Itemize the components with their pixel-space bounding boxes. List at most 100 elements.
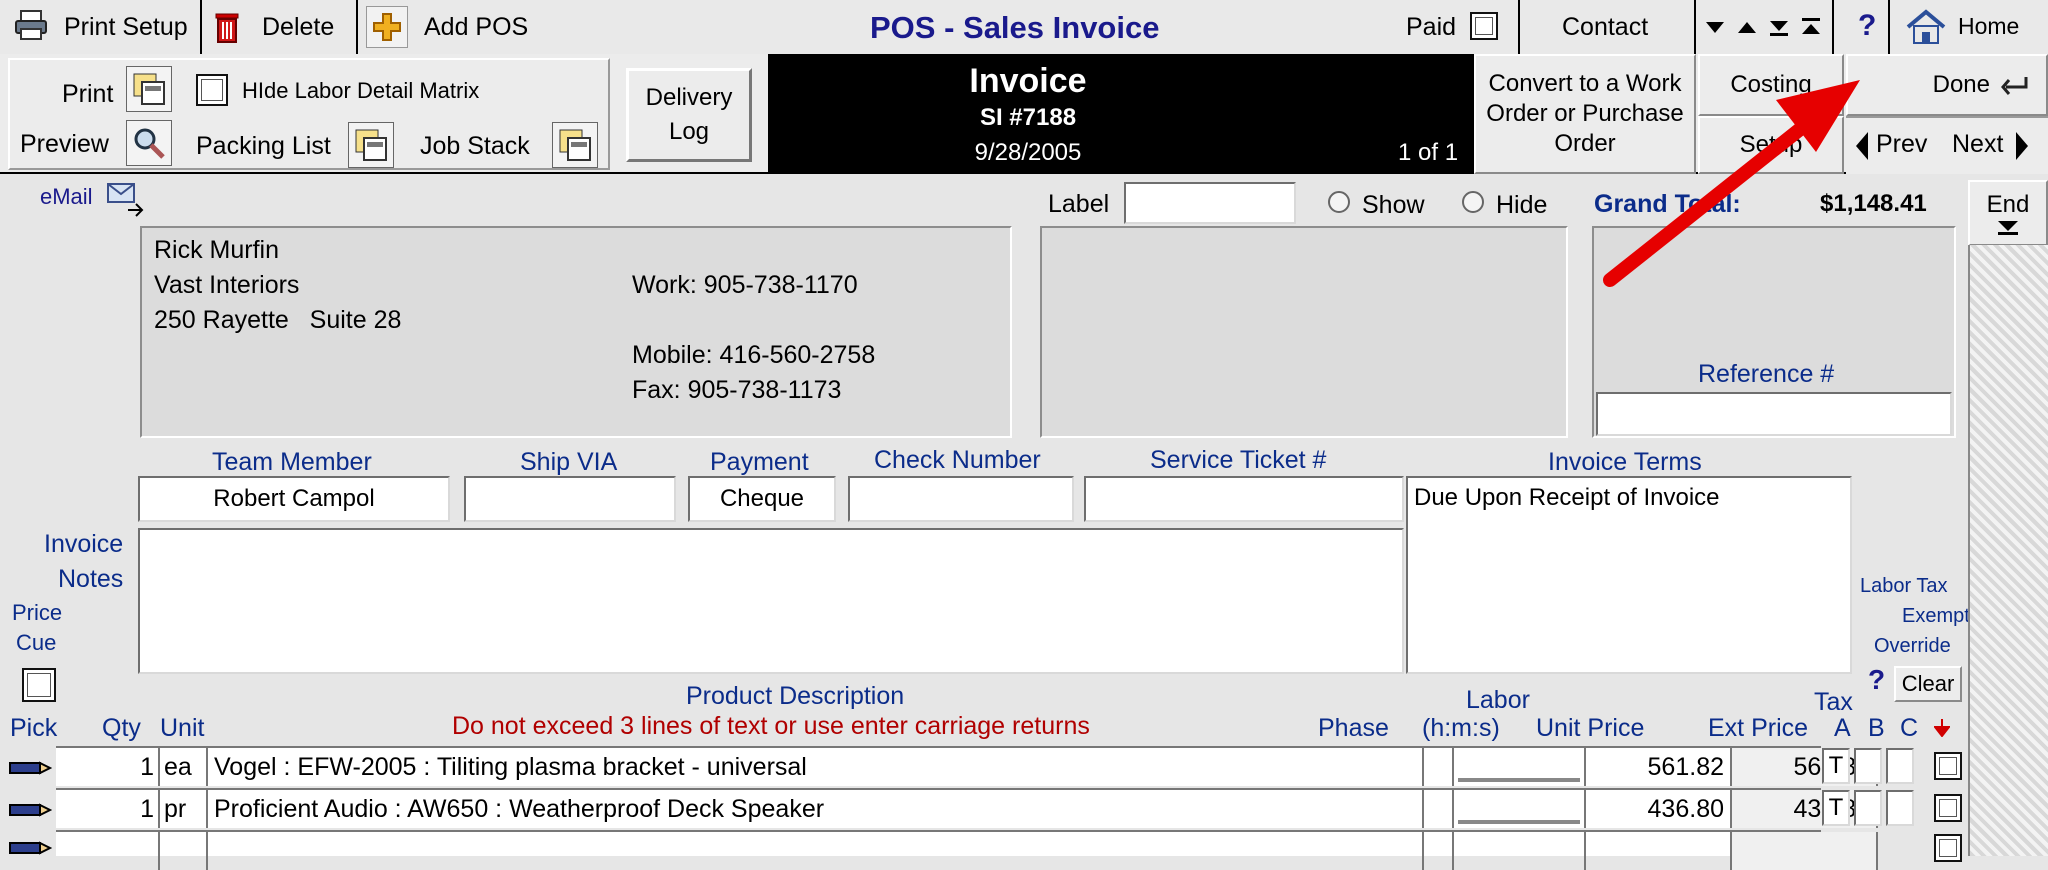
qty-header: Qty (102, 714, 141, 742)
reference-input[interactable] (1596, 392, 1952, 436)
labor-cell[interactable] (1454, 748, 1586, 786)
clear-label: Clear (1901, 671, 1955, 696)
invoice-title: Invoice (969, 62, 1087, 100)
print-setup-button[interactable]: Print Setup (64, 15, 188, 40)
description-cell[interactable]: Vogel : EFW-2005 : Tiliting plasma brack… (208, 748, 1424, 786)
print-label: Print (62, 80, 114, 108)
labor-cell[interactable] (1454, 832, 1586, 870)
unit-cell[interactable] (160, 832, 208, 870)
invoice-notes-textarea[interactable] (138, 528, 1404, 674)
tax-a-cell[interactable]: T (1822, 790, 1850, 826)
tax-c-cell[interactable] (1886, 748, 1914, 784)
magnifier-icon[interactable] (126, 120, 172, 166)
qty-cell[interactable]: 1 (56, 790, 160, 828)
description-cell[interactable]: Proficient Audio : AW650 : Weatherproof … (208, 790, 1424, 828)
qty-cell[interactable]: 1 (56, 748, 160, 786)
job-stack-label: Job Stack (420, 132, 530, 160)
description-cell[interactable] (208, 832, 1424, 870)
paid-checkbox[interactable] (1470, 12, 1498, 40)
unit-price-cell[interactable] (1586, 832, 1732, 870)
customer-name: Rick Murfin (154, 236, 280, 264)
si-number: SI #7188 (979, 104, 1077, 131)
email-icon[interactable] (106, 182, 146, 220)
team-member-input[interactable]: Robert Campol (138, 476, 450, 522)
job-stack-doc-icon[interactable] (552, 122, 598, 168)
tax-b-cell[interactable] (1854, 748, 1882, 784)
delivery-log-button[interactable]: Delivery Log (626, 68, 752, 162)
packing-list-doc-icon[interactable] (348, 122, 394, 168)
unit-cell[interactable]: pr (160, 790, 208, 828)
next-arrow-icon[interactable] (2012, 128, 2032, 164)
pick-pencil-icon[interactable] (8, 840, 52, 856)
clear-button[interactable]: Clear (1894, 666, 1962, 702)
red-arrow-annotation (1603, 80, 1860, 287)
next-button[interactable]: Next (1952, 132, 2003, 157)
row-checkbox[interactable] (1934, 794, 1962, 822)
labor-tax-label-3: Override (1874, 635, 1951, 657)
hide-labor-checkbox[interactable] (196, 74, 228, 106)
tax-b-cell[interactable] (1854, 790, 1882, 826)
return-icon (2001, 77, 2028, 95)
labor-tax-help-icon[interactable]: ? (1868, 666, 1885, 694)
tax-c-cell[interactable] (1886, 790, 1914, 826)
phase-header: Phase (1318, 714, 1389, 742)
pick-header: Pick (10, 714, 58, 742)
prev-button[interactable]: Prev (1876, 132, 1927, 157)
packing-list-label: Packing List (196, 132, 331, 160)
home-button[interactable]: Home (1958, 15, 2019, 38)
print-doc-icon[interactable] (126, 66, 172, 112)
table-row[interactable]: 1 pr Proficient Audio : AW650 : Weatherp… (56, 788, 1878, 828)
record-up-icon[interactable] (1732, 10, 1762, 44)
payment-input[interactable]: Cheque (688, 476, 836, 522)
sort-down-icon[interactable] (1930, 716, 1954, 740)
preview-label: Preview (20, 130, 109, 158)
ship-via-input[interactable] (464, 476, 676, 522)
row-checkbox[interactable] (1934, 834, 1962, 862)
pick-pencil-icon[interactable] (8, 800, 52, 820)
labor-hms-header: (h:m:s) (1422, 714, 1500, 742)
help-button[interactable]: ? (1858, 11, 1876, 41)
qty-cell[interactable] (56, 832, 160, 870)
phase-cell[interactable] (1424, 748, 1454, 786)
show-radio[interactable] (1328, 191, 1350, 213)
table-row[interactable]: 1 ea Vogel : EFW-2005 : Tiliting plasma … (56, 746, 1878, 786)
phase-cell[interactable] (1424, 790, 1454, 828)
record-down-icon[interactable] (1700, 10, 1730, 44)
trash-icon[interactable] (210, 8, 244, 46)
labor-tax-label: Labor Tax (1860, 575, 1948, 597)
contact-button[interactable]: Contact (1562, 15, 1648, 40)
phase-cell[interactable] (1424, 832, 1454, 870)
ext-price-cell (1732, 832, 1878, 870)
unit-price-cell[interactable]: 561.82 (1586, 748, 1732, 786)
divider (356, 0, 358, 54)
price-cue-checkbox[interactable] (22, 668, 56, 702)
labor-tax-label-2: Exempt (1902, 605, 1970, 627)
row-checkbox[interactable] (1934, 752, 1962, 780)
price-cue-label-2: Cue (16, 630, 57, 655)
end-label: End (1986, 191, 2030, 218)
end-button[interactable]: End (1968, 180, 2048, 246)
invoice-notes-label: Invoice (44, 530, 124, 558)
unit-price-cell[interactable]: 436.80 (1586, 790, 1732, 828)
tax-c-header: C (1900, 714, 1919, 742)
record-first-icon[interactable] (1796, 10, 1826, 44)
add-pos-button[interactable]: Add POS (424, 15, 528, 40)
vertical-scrollbar[interactable] (1968, 245, 2048, 856)
home-icon[interactable] (1904, 8, 1948, 46)
unit-cell[interactable]: ea (160, 748, 208, 786)
labor-cell[interactable] (1454, 790, 1586, 828)
table-row[interactable] (56, 830, 1878, 870)
hide-radio[interactable] (1462, 191, 1484, 213)
label-input[interactable] (1124, 182, 1296, 224)
unit-header: Unit (160, 714, 205, 742)
add-icon[interactable] (366, 6, 408, 48)
pick-pencil-icon[interactable] (8, 758, 52, 778)
record-last-icon[interactable] (1764, 10, 1794, 44)
printer-icon[interactable] (14, 8, 48, 42)
delete-button[interactable]: Delete (262, 15, 334, 40)
invoice-terms-textarea[interactable]: Due Upon Receipt of Invoice (1406, 476, 1852, 674)
tax-a-cell[interactable]: T (1822, 748, 1850, 784)
service-ticket-input[interactable] (1084, 476, 1404, 522)
check-number-input[interactable] (848, 476, 1074, 522)
label-panel[interactable] (1040, 226, 1568, 438)
